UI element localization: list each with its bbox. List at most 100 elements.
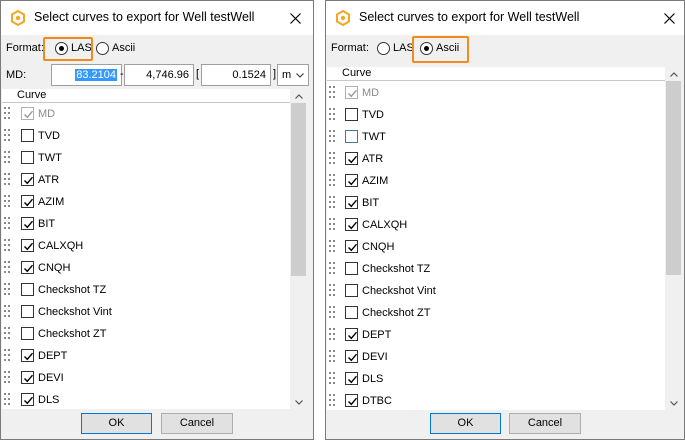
- drag-handle-icon[interactable]: [4, 393, 12, 407]
- curve-row[interactable]: CNQH: [2, 257, 290, 279]
- curve-checkbox[interactable]: [21, 239, 34, 252]
- md-to-input[interactable]: 4,746.96: [124, 64, 194, 86]
- drag-handle-icon[interactable]: [329, 108, 337, 122]
- curve-row[interactable]: DTBC: [327, 390, 665, 410]
- curve-row[interactable]: MD: [327, 82, 665, 104]
- curve-checkbox[interactable]: [345, 196, 358, 209]
- drag-handle-icon[interactable]: [329, 284, 337, 298]
- curve-row[interactable]: DEPT: [327, 324, 665, 346]
- las-radio-label[interactable]: LAS: [393, 42, 414, 54]
- drag-handle-icon[interactable]: [4, 107, 12, 121]
- drag-handle-icon[interactable]: [4, 261, 12, 275]
- drag-handle-icon[interactable]: [4, 283, 12, 297]
- drag-handle-icon[interactable]: [329, 262, 337, 276]
- cancel-button[interactable]: Cancel: [509, 413, 581, 434]
- curve-row[interactable]: TWT: [327, 126, 665, 148]
- drag-handle-icon[interactable]: [329, 306, 337, 320]
- scroll-up-arrow-icon[interactable]: [290, 89, 307, 103]
- drag-handle-icon[interactable]: [329, 152, 337, 166]
- drag-handle-icon[interactable]: [4, 327, 12, 341]
- drag-handle-icon[interactable]: [4, 371, 12, 385]
- curve-checkbox[interactable]: [345, 152, 358, 165]
- curve-row[interactable]: TWT: [2, 147, 290, 169]
- curve-row[interactable]: CALXQH: [2, 235, 290, 257]
- ok-button[interactable]: OK: [81, 413, 152, 434]
- drag-handle-icon[interactable]: [329, 86, 337, 100]
- las-radio[interactable]: [377, 42, 390, 55]
- scroll-down-arrow-icon[interactable]: [665, 396, 682, 410]
- md-from-input[interactable]: 83.2104: [51, 64, 122, 86]
- curve-row[interactable]: Checkshot ZT: [327, 302, 665, 324]
- curve-row[interactable]: TVD: [2, 125, 290, 147]
- curve-row[interactable]: DEVI: [327, 346, 665, 368]
- curve-checkbox[interactable]: [345, 284, 358, 297]
- curve-row[interactable]: DEPT: [2, 345, 290, 367]
- close-icon[interactable]: [285, 8, 305, 28]
- drag-handle-icon[interactable]: [4, 217, 12, 231]
- curve-checkbox[interactable]: [345, 372, 358, 385]
- curve-row[interactable]: TVD: [327, 104, 665, 126]
- drag-handle-icon[interactable]: [329, 174, 337, 188]
- curve-row[interactable]: BIT: [327, 192, 665, 214]
- curve-checkbox[interactable]: [21, 371, 34, 384]
- curve-row[interactable]: BIT: [2, 213, 290, 235]
- curve-checkbox[interactable]: [21, 217, 34, 230]
- ascii-radio[interactable]: [96, 42, 109, 55]
- drag-handle-icon[interactable]: [4, 239, 12, 253]
- scroll-thumb[interactable]: [666, 81, 681, 275]
- curve-checkbox[interactable]: [345, 350, 358, 363]
- curve-list-scrollbar[interactable]: [290, 89, 307, 409]
- curve-checkbox[interactable]: [21, 283, 34, 296]
- curve-column-header[interactable]: Curve: [327, 67, 665, 81]
- drag-handle-icon[interactable]: [329, 372, 337, 386]
- curve-checkbox[interactable]: [21, 173, 34, 186]
- drag-handle-icon[interactable]: [329, 196, 337, 210]
- close-icon[interactable]: [659, 8, 679, 28]
- curve-column-header[interactable]: Curve: [2, 89, 290, 103]
- curve-checkbox[interactable]: [21, 393, 34, 406]
- ok-button[interactable]: OK: [430, 413, 501, 434]
- curve-checkbox[interactable]: [345, 130, 358, 143]
- curve-checkbox[interactable]: [21, 151, 34, 164]
- drag-handle-icon[interactable]: [4, 129, 12, 143]
- curve-checkbox[interactable]: [345, 108, 358, 121]
- curve-row[interactable]: ATR: [2, 169, 290, 191]
- curve-row[interactable]: DEVI: [2, 367, 290, 389]
- curve-checkbox[interactable]: [345, 218, 358, 231]
- drag-handle-icon[interactable]: [4, 305, 12, 319]
- scroll-up-arrow-icon[interactable]: [665, 67, 682, 81]
- curve-list-scrollbar[interactable]: [665, 67, 682, 410]
- curve-row[interactable]: DLS: [327, 368, 665, 390]
- curve-checkbox[interactable]: [21, 305, 34, 318]
- scroll-thumb[interactable]: [291, 103, 306, 276]
- curve-row[interactable]: Checkshot Vint: [327, 280, 665, 302]
- scroll-down-arrow-icon[interactable]: [290, 395, 307, 409]
- curve-row[interactable]: Checkshot ZT: [2, 323, 290, 345]
- curve-row[interactable]: CALXQH: [327, 214, 665, 236]
- curve-checkbox[interactable]: [345, 328, 358, 341]
- curve-row[interactable]: AZIM: [327, 170, 665, 192]
- curve-checkbox[interactable]: [21, 261, 34, 274]
- ascii-radio-label[interactable]: Ascii: [112, 42, 135, 54]
- curve-checkbox[interactable]: [21, 129, 34, 142]
- curve-checkbox[interactable]: [21, 195, 34, 208]
- curve-row[interactable]: Checkshot TZ: [327, 258, 665, 280]
- curve-checkbox[interactable]: [21, 349, 34, 362]
- drag-handle-icon[interactable]: [4, 195, 12, 209]
- drag-handle-icon[interactable]: [4, 349, 12, 363]
- curve-checkbox[interactable]: [21, 327, 34, 340]
- curve-row[interactable]: ATR: [327, 148, 665, 170]
- curve-row[interactable]: Checkshot Vint: [2, 301, 290, 323]
- drag-handle-icon[interactable]: [4, 151, 12, 165]
- drag-handle-icon[interactable]: [329, 394, 337, 408]
- curve-row[interactable]: AZIM: [2, 191, 290, 213]
- drag-handle-icon[interactable]: [329, 350, 337, 364]
- curve-row[interactable]: Checkshot TZ: [2, 279, 290, 301]
- md-unit-dropdown[interactable]: m: [277, 64, 309, 86]
- curve-row[interactable]: CNQH: [327, 236, 665, 258]
- cancel-button[interactable]: Cancel: [161, 413, 233, 434]
- curve-checkbox[interactable]: [345, 174, 358, 187]
- drag-handle-icon[interactable]: [329, 218, 337, 232]
- md-step-input[interactable]: 0.1524: [201, 64, 271, 86]
- drag-handle-icon[interactable]: [4, 173, 12, 187]
